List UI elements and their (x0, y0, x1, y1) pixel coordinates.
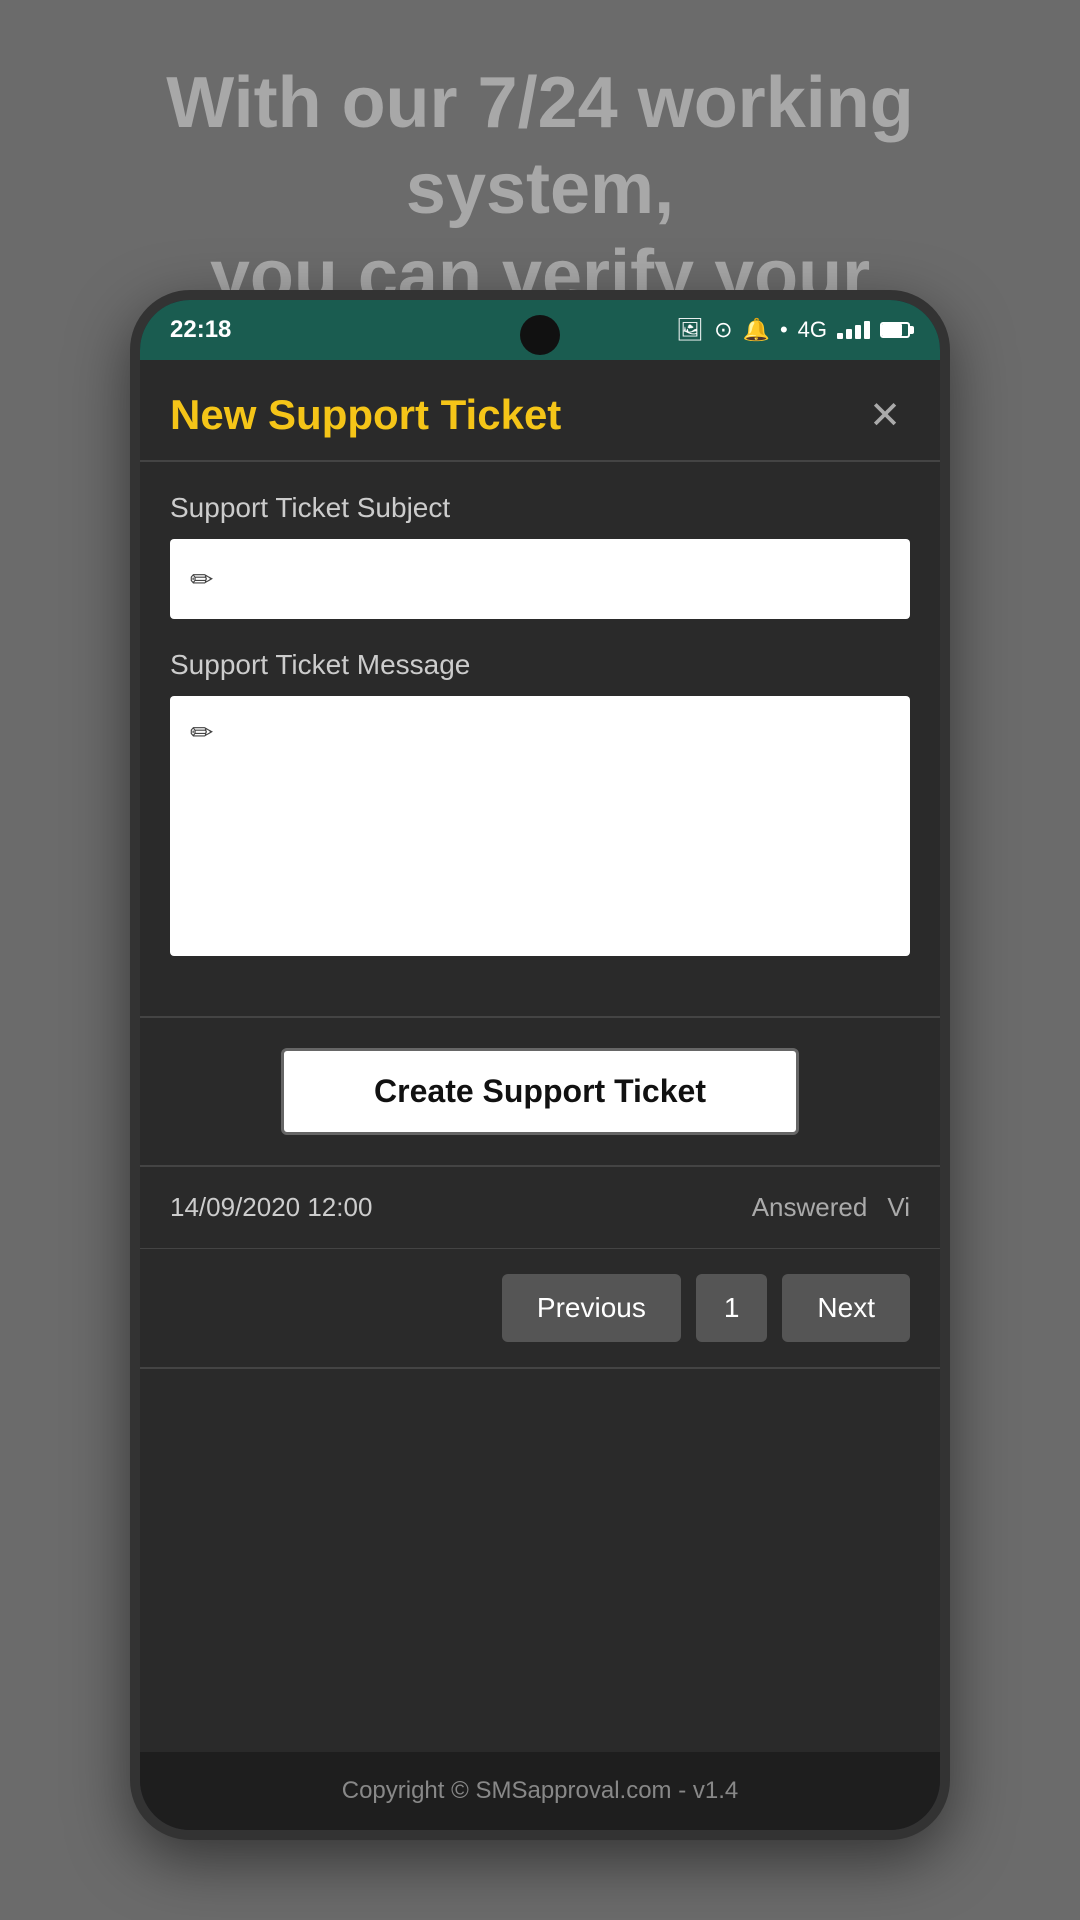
bell-icon: 🔔 (743, 317, 770, 343)
subject-label: Support Ticket Subject (170, 492, 910, 524)
app-header: New Support Ticket ✕ (140, 360, 940, 462)
message-input[interactable] (223, 716, 890, 896)
phone-frame: 22:18 🖼 ⊙ 🔔 • 4G (130, 290, 950, 1840)
pencil-icon-message: ✏ (190, 716, 213, 749)
ticket-date: 14/09/2020 12:00 (170, 1192, 732, 1223)
photo-icon: 🖼 (676, 317, 704, 343)
subject-input-container[interactable]: ✏ (170, 539, 910, 619)
pencil-icon-subject: ✏ (190, 563, 213, 596)
button-section: Create Support Ticket (140, 1018, 940, 1167)
dot-icon: • (780, 317, 788, 343)
network-label: 4G (798, 317, 827, 343)
hero-line1: With our 7/24 working system, (166, 63, 913, 229)
status-icons: 🖼 ⊙ 🔔 • 4G (676, 317, 910, 343)
create-ticket-button[interactable]: Create Support Ticket (281, 1048, 799, 1135)
page-number: 1 (696, 1274, 768, 1342)
battery-icon (880, 322, 910, 338)
message-input-container[interactable]: ✏ (170, 696, 910, 956)
app-content: New Support Ticket ✕ Support Ticket Subj… (140, 360, 940, 1830)
next-button[interactable]: Next (782, 1274, 910, 1342)
pagination-section: Previous 1 Next (140, 1249, 940, 1369)
close-button[interactable]: ✕ (860, 390, 910, 440)
ticket-action[interactable]: Vi (887, 1192, 910, 1223)
subject-input[interactable] (223, 564, 890, 595)
dialog-title: New Support Ticket (170, 391, 561, 439)
signal-icon (837, 321, 870, 339)
copyright-text: Copyright © SMSapproval.com - v1.4 (342, 1777, 739, 1804)
form-section: Support Ticket Subject ✏ Support Ticket … (140, 462, 940, 1018)
previous-button[interactable]: Previous (502, 1274, 681, 1342)
ticket-row: 14/09/2020 12:00 Answered Vi (140, 1167, 940, 1249)
message-label: Support Ticket Message (170, 649, 910, 681)
footer-spacer (140, 1369, 940, 1469)
app-footer: Copyright © SMSapproval.com - v1.4 (140, 1752, 940, 1830)
phone-wrapper: 22:18 🖼 ⊙ 🔔 • 4G (130, 290, 950, 1840)
instagram-icon: ⊙ (714, 317, 732, 343)
ticket-status: Answered (752, 1192, 868, 1223)
camera-notch (520, 315, 560, 355)
status-time: 22:18 (170, 316, 231, 344)
ticket-list-section: 14/09/2020 12:00 Answered Vi (140, 1167, 940, 1249)
